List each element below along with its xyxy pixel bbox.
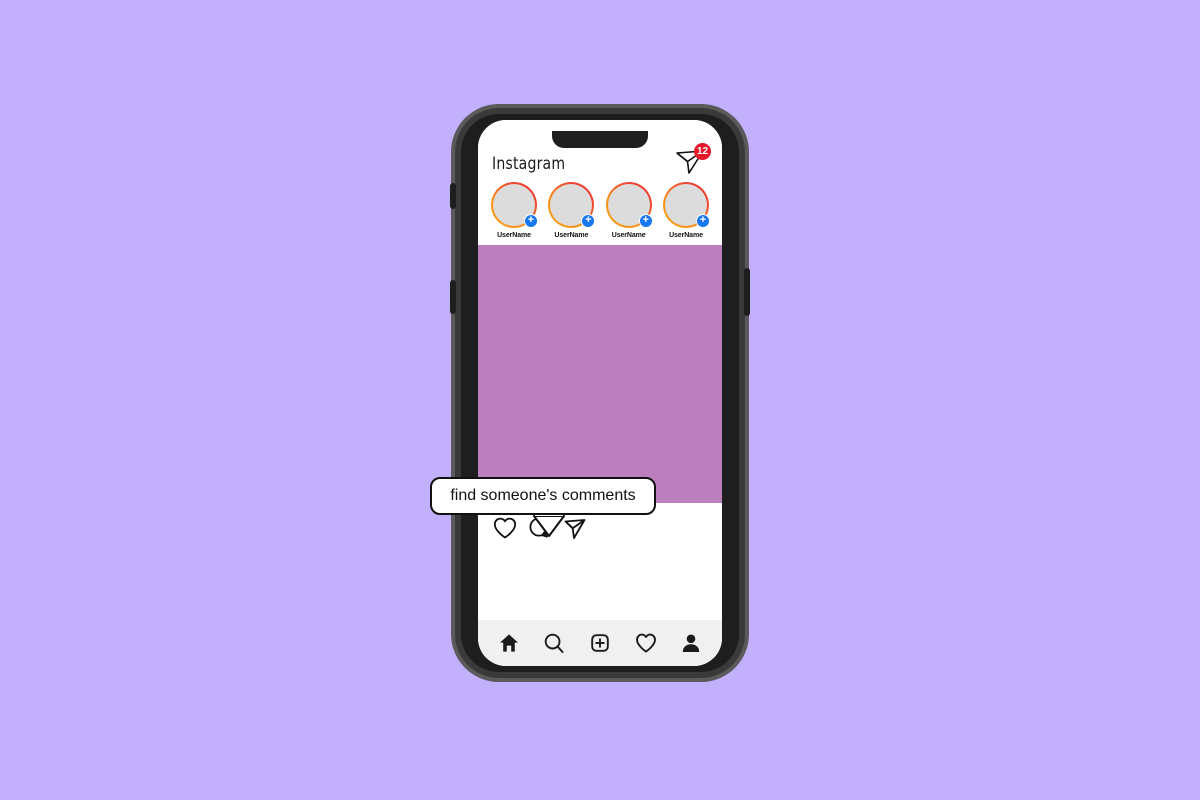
story-item[interactable]: + UserName [545,182,597,239]
bottom-navigation-bar [478,620,722,666]
callout-text: find someone's comments [450,487,636,504]
story-username: UserName [611,232,646,239]
volume-down-button[interactable] [450,280,456,314]
story-ring: + [548,182,596,228]
phone-notch [552,131,648,148]
story-item[interactable]: + UserName [488,182,540,239]
story-ring: + [605,182,653,228]
callout-speech-bubble: find someone's comments [430,477,656,537]
notification-badge: 12 [694,143,711,160]
story-username: UserName [497,232,531,239]
volume-up-button[interactable] [450,183,456,209]
power-button[interactable] [744,268,750,316]
person-icon [682,634,700,652]
story-ring: + [491,182,538,228]
phone-screen: Instagram 12 + UserName + UserName + Use… [478,120,722,666]
search-icon [545,633,564,653]
story-ring: + [662,182,710,228]
callout-tail [533,515,565,537]
header-share-button[interactable]: 12 [674,143,711,176]
post-action-bar [478,503,722,620]
story-item[interactable]: + UserName [660,182,712,239]
app-title: Instagram [492,154,566,174]
nav-item-home[interactable] [497,631,521,655]
add-story-icon[interactable]: + [581,214,596,228]
phone-mockup: Instagram 12 + UserName + UserName + Use… [450,108,750,678]
stories-row: + UserName + UserName + UserName + UserN… [478,178,722,245]
nav-item-create[interactable] [588,631,612,655]
story-username: UserName [554,232,589,239]
nav-item-activity[interactable] [634,631,658,655]
like-heart-icon[interactable] [492,515,518,541]
story-item[interactable]: + UserName [603,182,655,239]
heart-icon [635,633,656,653]
add-story-icon[interactable]: + [524,214,538,228]
nav-item-search[interactable] [542,631,566,655]
add-story-icon[interactable]: + [695,214,710,228]
story-username: UserName [669,232,703,239]
home-icon [499,634,518,652]
post-image[interactable] [478,245,722,503]
add-story-icon[interactable]: + [638,214,653,228]
plus-square-icon [591,634,609,652]
app-header: Instagram 12 [478,120,722,178]
nav-item-profile[interactable] [679,631,703,655]
